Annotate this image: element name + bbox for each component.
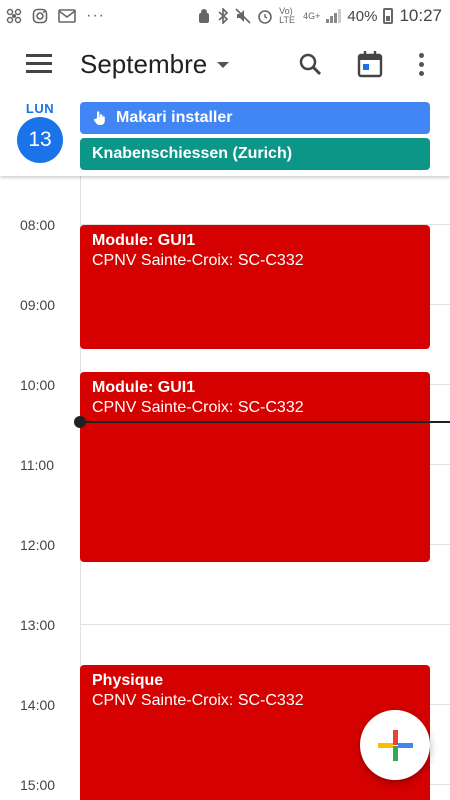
caret-down-icon [217,61,230,68]
all-day-event[interactable]: Makari installer [80,102,430,134]
month-selector[interactable]: Septembre [80,49,230,80]
hour-label: 10:00 [20,377,56,393]
hour-label: 08:00 [20,217,56,233]
volte-label: Vo) LTE [279,6,295,25]
menu-icon[interactable] [26,54,52,74]
hour-label: 15:00 [20,777,56,793]
hour-label: 12:00 [20,537,56,553]
battery-percent: 40% [347,7,378,25]
hour-line [80,624,450,625]
signal-icon [326,9,342,23]
hour-label: 13:00 [20,617,56,633]
add-icon [378,730,413,761]
event-title: Physique [92,672,164,689]
instagram-icon [32,8,48,24]
mute-icon [235,8,251,24]
alarm-icon [258,10,272,24]
event-card[interactable]: Module: GUI1 CPNV Sainte-Croix: SC-C332 [80,372,430,562]
status-bar: ··· Vo) LTE 4G+ 40% 10:27 [0,0,450,32]
bluetooth-icon [218,8,229,24]
more-vert-icon[interactable] [414,50,430,78]
bluetooth-pinwheel-icon [6,8,22,24]
search-icon[interactable] [298,52,322,76]
all-day-event[interactable]: Knabenschiessen (Zurich) [80,138,430,170]
status-right: Vo) LTE 4G+ 40% 10:27 [197,0,442,32]
battery-icon [383,8,394,24]
clock: 10:27 [399,6,442,25]
overflow-dots: ··· [86,7,105,24]
status-left: ··· [0,7,105,25]
month-title: Septembre [80,49,208,79]
hand-pointer-icon [93,111,105,125]
app-bar: Septembre [0,32,450,96]
date-badge[interactable]: 13 [17,117,63,163]
hour-label: 11:00 [20,457,54,473]
add-event-button[interactable] [360,710,430,780]
hour-label: 09:00 [20,297,56,313]
event-title: Module: GUI1 [92,379,196,396]
event-card[interactable]: Module: GUI1 CPNV Sainte-Croix: SC-C332 [80,225,430,349]
event-location: CPNV Sainte-Croix: SC-C332 [92,399,304,416]
current-time-line [80,421,450,423]
android-icon [199,9,210,23]
network-label: 4G+ [303,10,321,21]
event-location: CPNV Sainte-Croix: SC-C332 [92,252,304,269]
time-grid[interactable]: 08:00 09:00 10:00 11:00 12:00 13:00 14:0… [0,176,450,800]
all-day-section: LUN 13 Makari installer Knabenschiessen … [0,96,450,176]
all-day-event-title: Makari installer [116,109,233,126]
hour-label: 14:00 [20,697,56,713]
event-title: Module: GUI1 [92,232,196,249]
mail-icon [58,9,76,23]
today-icon[interactable] [357,50,383,78]
weekday-label: LUN [25,101,55,116]
event-location: CPNV Sainte-Croix: SC-C332 [92,692,304,709]
all-day-event-title: Knabenschiessen (Zurich) [92,145,293,162]
current-time-dot [74,416,86,428]
